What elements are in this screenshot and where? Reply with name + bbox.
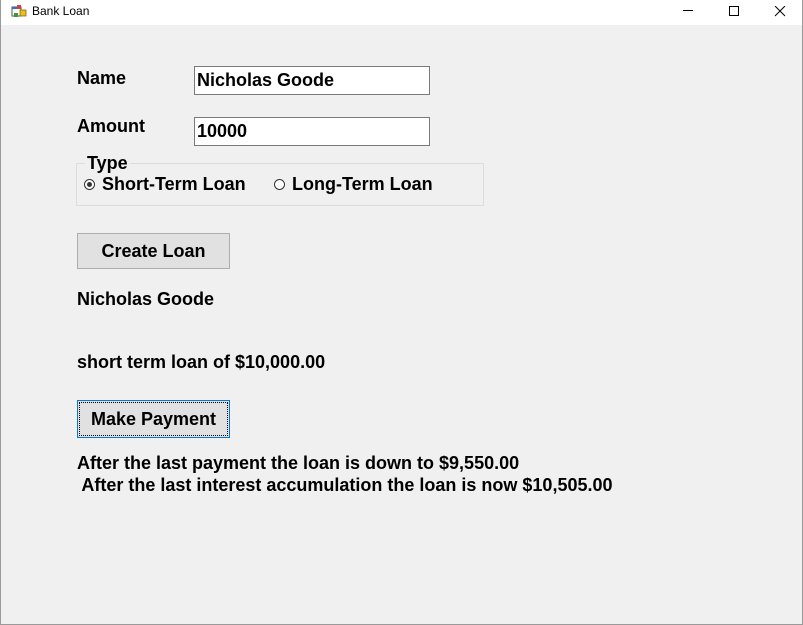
minimize-button[interactable] [665,0,711,25]
create-loan-button-label: Create Loan [101,240,206,261]
type-group-label: Type [85,153,130,173]
form-app-icon [11,5,27,17]
create-loan-button[interactable]: Create Loan [77,233,230,269]
long-term-radio[interactable]: Long-Term Loan [274,174,433,195]
long-term-radio-label: Long-Term Loan [292,174,433,194]
radio-unchecked-icon [274,179,285,190]
maximize-icon [729,6,739,16]
make-payment-button[interactable]: Make Payment [77,400,230,438]
short-term-radio[interactable]: Short-Term Loan [84,174,246,195]
title-bar[interactable]: Bank Loan [1,0,802,25]
close-button[interactable] [757,0,803,25]
short-term-radio-label: Short-Term Loan [102,174,246,194]
radio-checked-icon [84,179,95,190]
payment-status-line: After the last payment the loan is down … [77,453,520,473]
name-label: Name [77,68,127,88]
interest-status-line: After the last interest accumulation the… [77,475,613,495]
customer-name-output: Nicholas Goode [77,289,215,309]
name-input[interactable]: Nicholas Goode [194,66,430,95]
amount-input[interactable]: 10000 [194,117,430,146]
window-title: Bank Loan [32,4,90,18]
app-window: Bank Loan Name Nicholas Goode Amount 100… [0,0,803,625]
minimize-icon [683,10,693,11]
maximize-button[interactable] [711,0,757,25]
form-client-area: Name Nicholas Goode Amount 10000 Type Sh… [1,25,802,624]
amount-label: Amount [77,116,145,136]
make-payment-button-label: Make Payment [90,408,217,429]
close-icon [774,6,786,17]
loan-summary-output: short term loan of $10,000.00 [77,352,326,372]
